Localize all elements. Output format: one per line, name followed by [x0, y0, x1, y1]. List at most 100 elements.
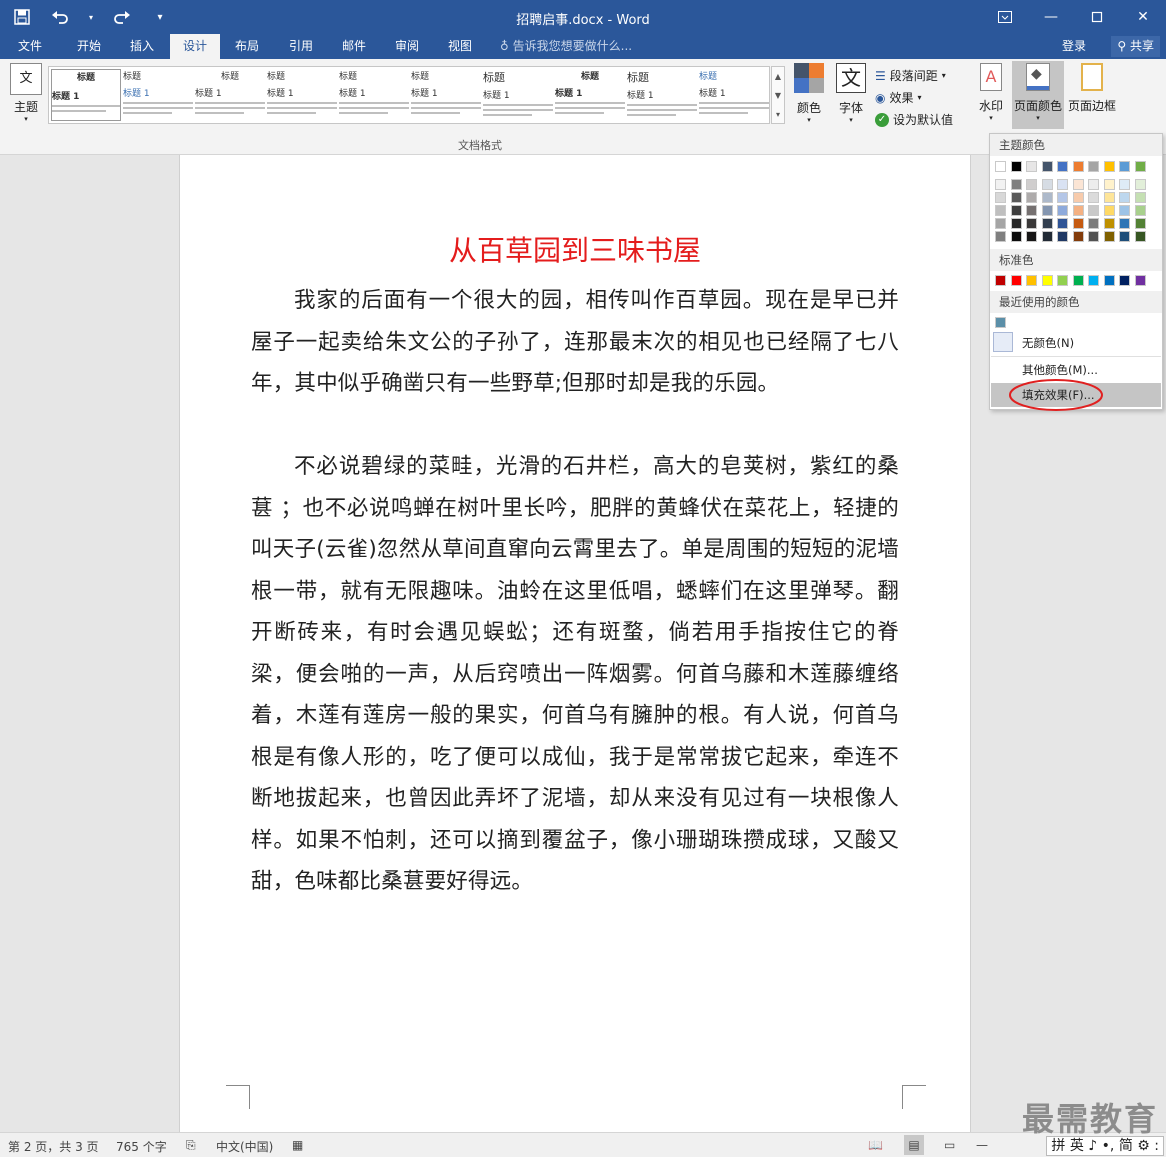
page-borders-button[interactable]: 页面边框: [1066, 63, 1118, 114]
theme-shade-swatch[interactable]: [1103, 205, 1115, 216]
theme-shade-swatch[interactable]: [1010, 218, 1022, 229]
ime-toolbar[interactable]: 拼 英 ♪ •, 简 ⚙ :: [1046, 1136, 1164, 1156]
proofing-icon[interactable]: ⎘: [186, 1138, 196, 1153]
theme-shade-swatch[interactable]: [1057, 218, 1068, 229]
theme-shade-swatch[interactable]: [1026, 231, 1037, 242]
theme-color-swatch[interactable]: [1072, 161, 1084, 172]
theme-shade-swatch[interactable]: [1041, 192, 1053, 203]
theme-color-swatch[interactable]: [1119, 161, 1130, 172]
colors-button[interactable]: 颜色 ▾: [790, 63, 828, 124]
maximize-icon[interactable]: [1074, 0, 1120, 34]
standard-color-swatch[interactable]: [1010, 275, 1022, 286]
theme-shade-swatch[interactable]: [1057, 179, 1068, 190]
theme-color-swatch[interactable]: [1010, 161, 1022, 172]
style-set-item[interactable]: 标题 标题 1: [555, 69, 625, 121]
macro-icon[interactable]: ▦: [292, 1138, 303, 1152]
language[interactable]: 中文(中国): [216, 1138, 273, 1155]
theme-shade-swatch[interactable]: [995, 231, 1006, 242]
standard-color-swatch[interactable]: [1119, 275, 1130, 286]
paragraph-spacing-button[interactable]: ☰ 段落间距 ▾: [875, 67, 946, 84]
theme-shade-swatch[interactable]: [1041, 179, 1053, 190]
standard-color-swatch[interactable]: [1057, 275, 1068, 286]
theme-shade-swatch[interactable]: [1026, 192, 1037, 203]
theme-shade-swatch[interactable]: [1088, 205, 1099, 216]
theme-shade-swatch[interactable]: [1041, 231, 1053, 242]
theme-color-swatch[interactable]: [1103, 161, 1115, 172]
tab-insert[interactable]: 插入: [120, 34, 164, 59]
theme-shade-swatch[interactable]: [1041, 205, 1053, 216]
theme-shade-swatch[interactable]: [1134, 231, 1146, 242]
theme-shade-swatch[interactable]: [1088, 179, 1099, 190]
theme-color-swatch[interactable]: [1057, 161, 1068, 172]
theme-shade-swatch[interactable]: [995, 192, 1006, 203]
theme-shade-swatch[interactable]: [995, 218, 1006, 229]
set-default-button[interactable]: ✓ 设为默认值: [875, 111, 953, 128]
theme-shade-swatch[interactable]: [995, 179, 1006, 190]
theme-shade-swatch[interactable]: [1026, 179, 1037, 190]
fonts-button[interactable]: 文 字体 ▾: [832, 63, 870, 124]
theme-color-swatch[interactable]: [995, 161, 1006, 172]
theme-shade-swatch[interactable]: [1103, 231, 1115, 242]
more-colors-item[interactable]: 其他颜色(M)...: [1022, 362, 1098, 378]
tab-view[interactable]: 视图: [438, 34, 482, 59]
theme-shade-swatch[interactable]: [1119, 192, 1130, 203]
gallery-scroll[interactable]: ▲ ▼ ▾: [771, 66, 785, 124]
web-layout-icon[interactable]: ▭: [944, 1138, 955, 1152]
watermark-button[interactable]: A 水印 ▾: [972, 63, 1010, 122]
theme-shade-swatch[interactable]: [1057, 205, 1068, 216]
standard-color-swatch[interactable]: [995, 275, 1006, 286]
standard-color-swatch[interactable]: [1041, 275, 1053, 286]
theme-shade-swatch[interactable]: [1072, 192, 1084, 203]
no-color-item[interactable]: 无颜色(N): [1022, 335, 1074, 351]
theme-shade-swatch[interactable]: [1103, 218, 1115, 229]
tell-me-box[interactable]: ♁ 告诉我您想要做什么...: [500, 34, 632, 58]
page-color-button[interactable]: ◆ 页面颜色 ▾: [1012, 61, 1064, 129]
standard-color-swatch[interactable]: [1103, 275, 1115, 286]
theme-shade-swatch[interactable]: [1119, 179, 1130, 190]
theme-shade-swatch[interactable]: [1134, 192, 1146, 203]
style-set-item[interactable]: 标题 标题 1: [339, 69, 409, 121]
theme-shade-swatch[interactable]: [1134, 179, 1146, 190]
theme-shade-swatch[interactable]: [1041, 218, 1053, 229]
theme-shade-swatch[interactable]: [1010, 179, 1022, 190]
style-set-item[interactable]: 标题 标题 1: [51, 69, 121, 121]
ribbon-display-options-icon[interactable]: [982, 0, 1028, 34]
read-mode-icon[interactable]: 📖: [868, 1138, 883, 1152]
tab-layout[interactable]: 布局: [225, 34, 269, 59]
effects-button[interactable]: ◉ 效果 ▾: [875, 89, 922, 106]
theme-shade-swatch[interactable]: [1072, 179, 1084, 190]
page-count[interactable]: 第 2 页，共 3 页: [8, 1138, 99, 1155]
tab-mailings[interactable]: 邮件: [332, 34, 376, 59]
standard-color-swatch[interactable]: [1026, 275, 1037, 286]
style-set-item[interactable]: 标题 标题 1: [411, 69, 481, 121]
themes-button[interactable]: 文 主题 ▾: [6, 63, 46, 123]
theme-shade-swatch[interactable]: [1072, 218, 1084, 229]
close-icon[interactable]: ✕: [1120, 0, 1166, 34]
minimize-icon[interactable]: —: [1028, 0, 1074, 34]
recent-color-swatch[interactable]: [995, 317, 1006, 328]
style-set-item[interactable]: 标题 标题 1: [267, 69, 337, 121]
theme-shade-swatch[interactable]: [1103, 179, 1115, 190]
share-button[interactable]: ⚲ 共享: [1111, 36, 1160, 57]
sign-in-link[interactable]: 登录: [1062, 34, 1086, 58]
gallery-more-icon[interactable]: ▾: [772, 105, 784, 124]
style-set-item[interactable]: 标题 标题 1: [699, 69, 769, 121]
tab-home[interactable]: 开始: [67, 34, 111, 59]
zoom-out-icon[interactable]: —: [976, 1138, 988, 1152]
theme-shade-swatch[interactable]: [1088, 192, 1099, 203]
theme-shade-swatch[interactable]: [1010, 192, 1022, 203]
tab-file[interactable]: 文件: [10, 34, 50, 59]
standard-color-swatch[interactable]: [1134, 275, 1146, 286]
theme-shade-swatch[interactable]: [1010, 231, 1022, 242]
theme-color-swatch[interactable]: [1041, 161, 1053, 172]
style-set-item[interactable]: 标题 标题 1: [627, 69, 697, 121]
theme-shade-swatch[interactable]: [1026, 205, 1037, 216]
theme-shade-swatch[interactable]: [1072, 205, 1084, 216]
theme-shade-swatch[interactable]: [1119, 205, 1130, 216]
standard-color-swatch[interactable]: [1088, 275, 1099, 286]
standard-color-swatch[interactable]: [1072, 275, 1084, 286]
tab-references[interactable]: 引用: [279, 34, 323, 59]
tab-design[interactable]: 设计: [170, 34, 220, 59]
print-layout-icon[interactable]: ▤: [904, 1135, 924, 1155]
theme-shade-swatch[interactable]: [1134, 218, 1146, 229]
